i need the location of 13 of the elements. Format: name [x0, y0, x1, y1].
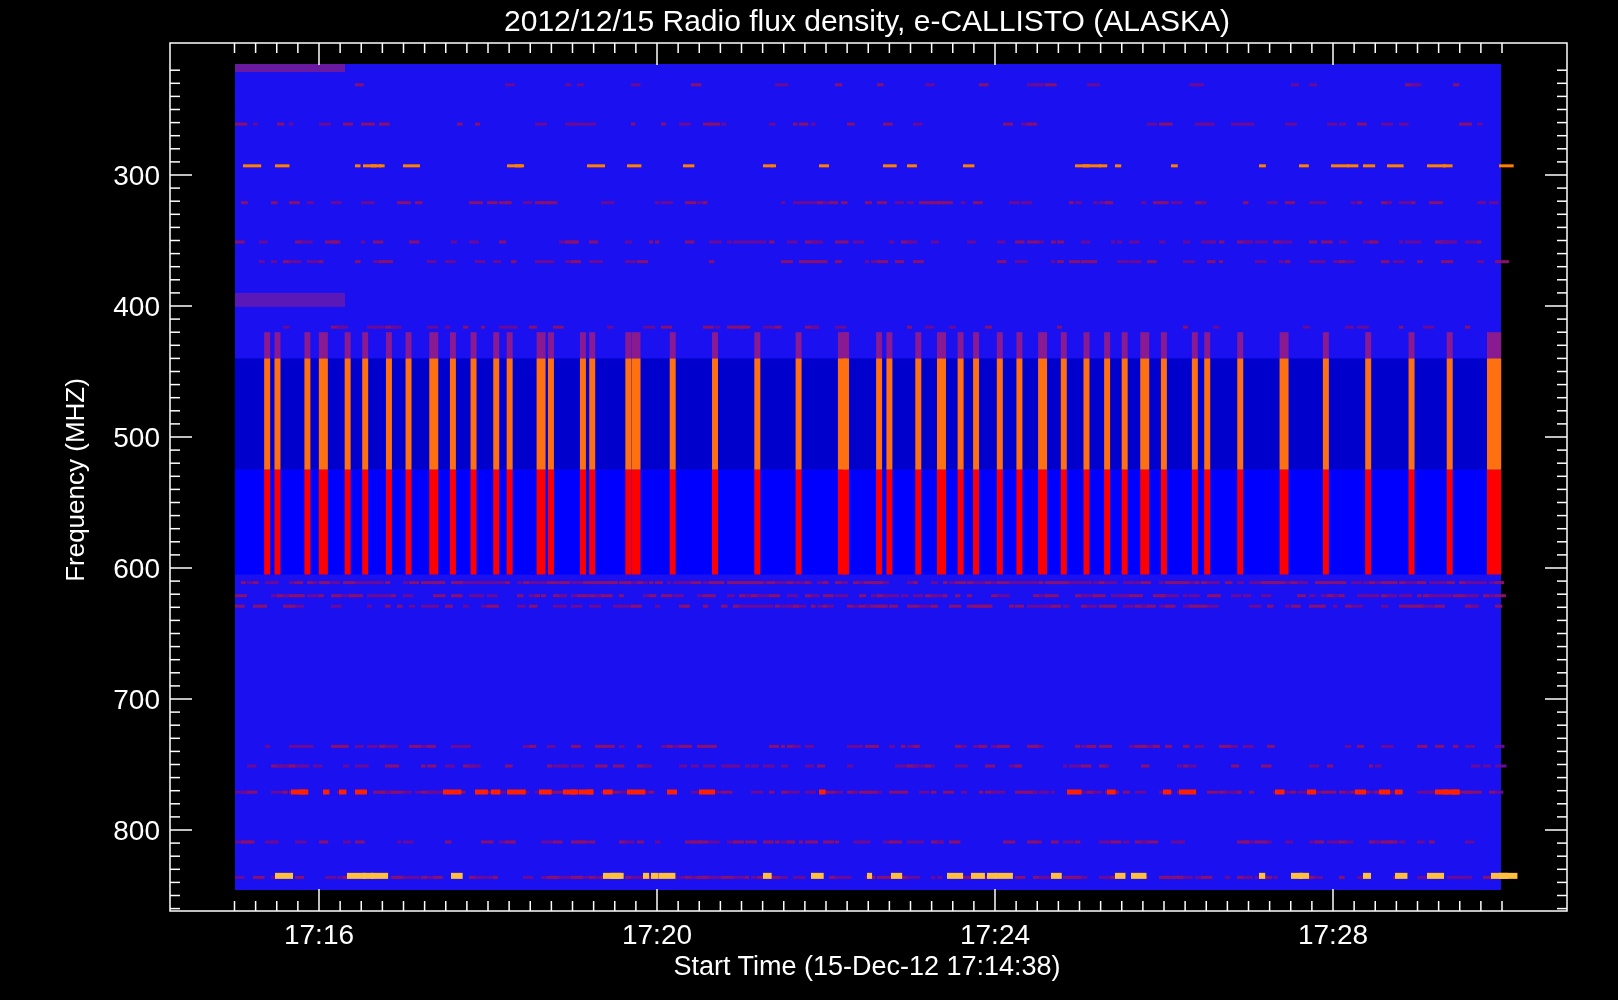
y-tick-label: 400	[113, 291, 160, 322]
x-tick-label: 17:28	[1297, 919, 1369, 950]
x-tick-label: 17:16	[283, 919, 355, 950]
y-tick-label: 500	[113, 422, 160, 453]
y-tick-label: 800	[113, 815, 160, 846]
x-tick-label: 17:24	[959, 919, 1031, 950]
y-tick-label: 300	[113, 160, 160, 191]
y-axis-label: Frequency (MHZ)	[60, 378, 90, 582]
x-axis-label: Start Time (15-Dec-12 17:14:38)	[673, 951, 1061, 981]
x-tick-label: 17:20	[621, 919, 693, 950]
y-tick-label: 700	[113, 684, 160, 715]
plot-title: 2012/12/15 Radio flux density, e-CALLISTO (ALASKA)	[504, 4, 1230, 37]
y-tick-label: 600	[113, 553, 160, 584]
